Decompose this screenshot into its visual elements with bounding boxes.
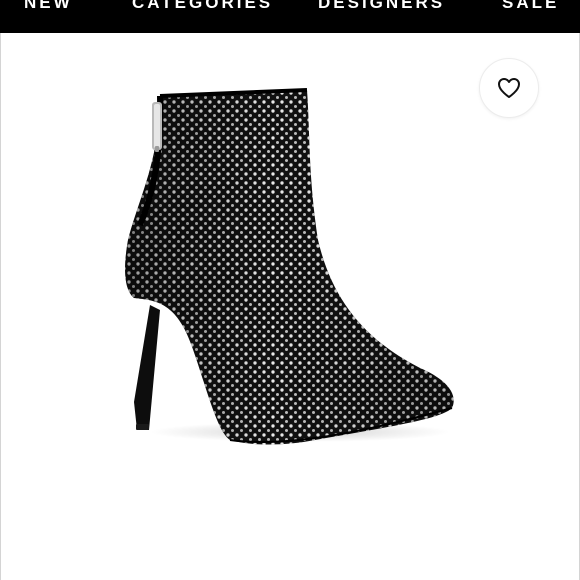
wishlist-button[interactable] xyxy=(479,58,539,118)
heart-outline-icon xyxy=(498,78,520,98)
studded-ankle-boot-image xyxy=(125,88,454,445)
nav-item-categories[interactable]: CATEGORIES xyxy=(132,0,273,13)
top-navigation: NEW CATEGORIES DESIGNERS SALE xyxy=(0,0,580,33)
nav-item-designers[interactable]: DESIGNERS xyxy=(318,0,445,13)
nav-item-sale[interactable]: SALE xyxy=(502,0,559,13)
nav-item-new[interactable]: NEW xyxy=(24,0,73,13)
product-image[interactable] xyxy=(100,80,470,460)
